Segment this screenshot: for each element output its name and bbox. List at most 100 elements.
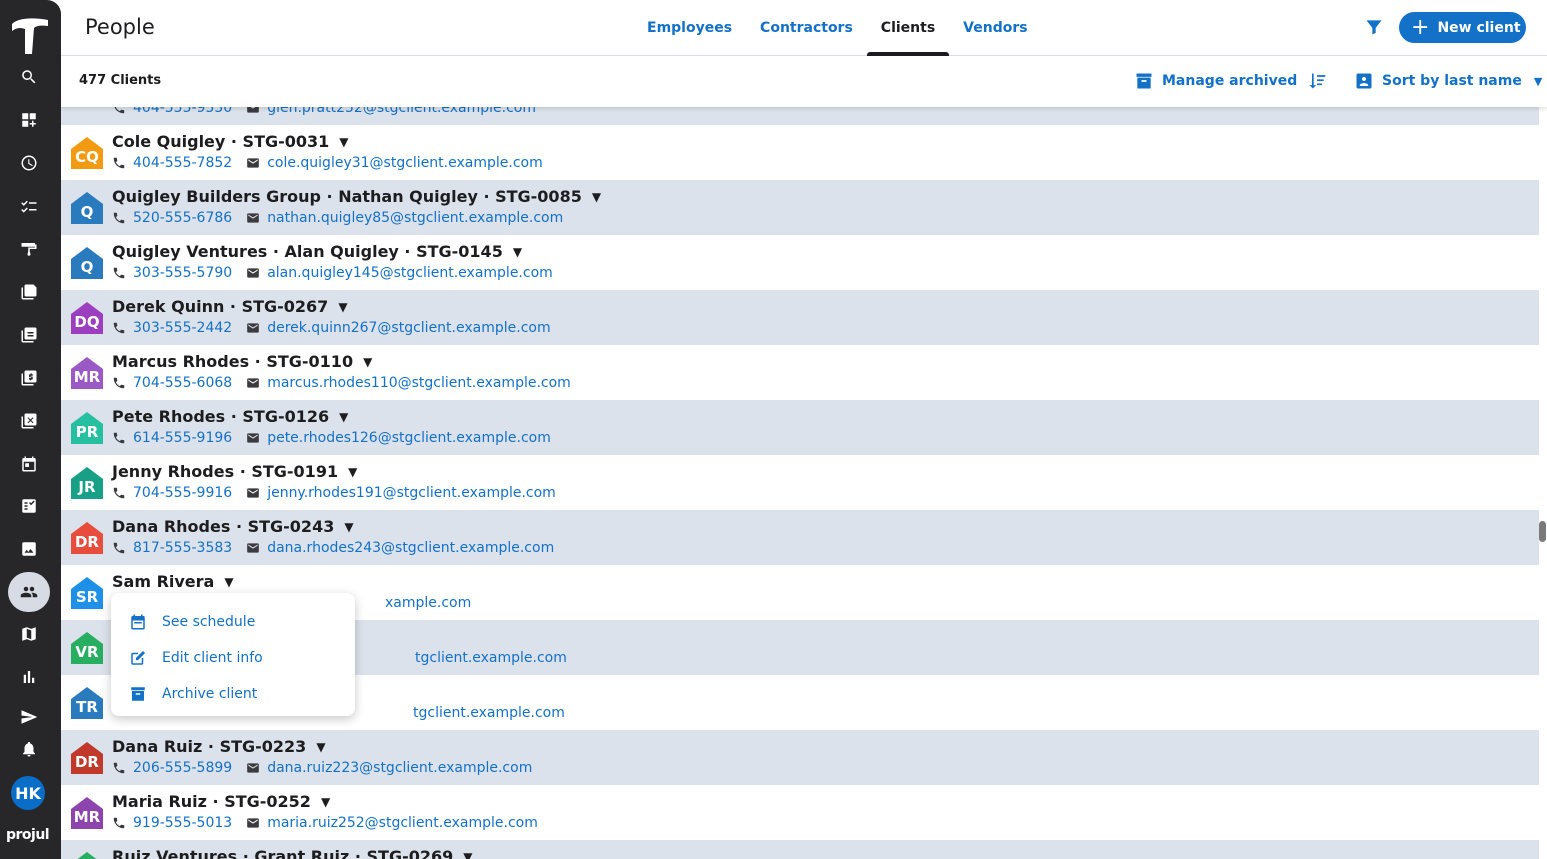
client-contact: 520-555-6786 nathan.quigley85@stgclient.e… <box>112 210 563 226</box>
client-email[interactable]: tgclient.example.com <box>415 650 567 666</box>
menu-edit-client[interactable]: Edit client info <box>111 640 355 676</box>
folder-icon[interactable] <box>14 277 44 307</box>
sort-select[interactable]: Sort by last name ▼ <box>1354 71 1542 91</box>
scrollbar-thumb[interactable] <box>1539 521 1546 542</box>
reports-icon[interactable] <box>14 662 44 692</box>
client-row[interactable]: MR Maria Ruiz · STG-0252 ▼ 919-555-5013 mari… <box>61 785 1539 840</box>
sort-direction-icon[interactable] <box>1307 71 1329 93</box>
client-phone[interactable]: 614-555-9196 <box>133 430 232 446</box>
client-initials: VR <box>75 643 99 661</box>
new-client-button[interactable]: + New client <box>1399 12 1526 43</box>
client-phone[interactable]: 303-555-2442 <box>133 320 232 336</box>
client-email[interactable]: pete.rhodes126@stgclient.example.com <box>267 430 551 446</box>
client-name[interactable]: Quigley Ventures · Alan Quigley · STG-01… <box>112 242 522 261</box>
client-email[interactable]: alan.quigley145@stgclient.example.com <box>267 265 553 281</box>
caret-down-icon[interactable]: ▼ <box>363 355 372 369</box>
client-email[interactable]: xample.com <box>385 595 471 611</box>
map-icon[interactable] <box>14 619 44 649</box>
client-email[interactable]: marcus.rhodes110@stgclient.example.com <box>267 375 571 391</box>
client-phone[interactable]: 404-555-7852 <box>133 155 232 171</box>
client-name-text: Quigley Ventures · Alan Quigley · STG-01… <box>112 242 503 261</box>
client-row[interactable]: JR Jenny Rhodes · STG-0191 ▼ 704-555-9916 je… <box>61 455 1539 510</box>
client-name[interactable]: Jenny Rhodes · STG-0191 ▼ <box>112 462 357 481</box>
client-name[interactable]: Dana Ruiz · STG-0223 ▼ <box>112 737 326 756</box>
photos-icon[interactable] <box>14 534 44 564</box>
client-row[interactable]: Q Quigley Builders Group · Nathan Quigley… <box>61 180 1539 235</box>
client-initials: TR <box>76 698 98 716</box>
tab-employees[interactable]: Employees <box>633 0 746 56</box>
dashboard-icon[interactable] <box>14 105 44 135</box>
client-house-avatar: JR <box>69 465 105 501</box>
client-name-text: Marcus Rhodes · STG-0110 <box>112 352 354 371</box>
client-email[interactable]: tgclient.example.com <box>413 705 565 721</box>
email-icon <box>246 156 267 170</box>
menu-archive-client[interactable]: Archive client <box>111 676 355 712</box>
tab-contractors[interactable]: Contractors <box>746 0 867 56</box>
user-avatar[interactable]: HK <box>11 776 45 810</box>
scrollbar-track[interactable] <box>1539 107 1547 859</box>
filter-icon[interactable] <box>1364 17 1386 39</box>
estimate-doc-icon[interactable] <box>14 320 44 350</box>
client-row[interactable]: DR Dana Rhodes · STG-0243 ▼ 817-555-3583 dan… <box>61 510 1539 565</box>
caret-down-icon[interactable]: ▼ <box>348 465 357 479</box>
client-name[interactable]: Cole Quigley · STG-0031 ▼ <box>112 132 349 151</box>
send-icon[interactable] <box>14 702 44 732</box>
client-row[interactable]: DR Dana Ruiz · STG-0223 ▼ 206-555-5899 dana.… <box>61 730 1539 785</box>
caret-down-icon[interactable]: ▼ <box>316 740 325 754</box>
bell-icon[interactable] <box>14 734 44 764</box>
checklist-icon[interactable] <box>14 191 44 221</box>
search-icon[interactable] <box>14 62 44 92</box>
caret-down-icon[interactable]: ▼ <box>463 850 472 859</box>
clock-icon[interactable] <box>14 148 44 178</box>
client-phone[interactable]: 206-555-5899 <box>133 760 232 776</box>
client-name[interactable]: Quigley Builders Group · Nathan Quigley … <box>112 187 601 206</box>
page-title: People <box>85 15 155 39</box>
client-email[interactable]: derek.quinn267@stgclient.example.com <box>267 320 550 336</box>
client-name[interactable]: Dana Rhodes · STG-0243 ▼ <box>112 517 354 536</box>
client-phone[interactable]: 520-555-6786 <box>133 210 232 226</box>
calendar-icon[interactable] <box>14 449 44 479</box>
client-email[interactable]: maria.ruiz252@stgclient.example.com <box>267 815 538 831</box>
manage-archived-button[interactable]: Manage archived <box>1134 71 1297 91</box>
client-row[interactable]: MR Marcus Rhodes · STG-0110 ▼ 704-555-6068 m… <box>61 345 1539 400</box>
paint-roller-icon[interactable] <box>14 234 44 264</box>
client-name[interactable]: Sam Rivera ▼ <box>112 572 234 591</box>
client-name[interactable]: Pete Rhodes · STG-0126 ▼ <box>112 407 348 426</box>
caret-down-icon[interactable]: ▼ <box>344 520 353 534</box>
tasks-icon[interactable] <box>14 491 44 521</box>
caret-down-icon[interactable]: ▼ <box>338 300 347 314</box>
caret-down-icon[interactable]: ▼ <box>339 410 348 424</box>
client-name[interactable]: Ruiz Ventures · Grant Ruiz · STG-0269 ▼ <box>112 847 472 859</box>
client-email[interactable]: nathan.quigley85@stgclient.example.com <box>267 210 563 226</box>
caret-down-icon[interactable]: ▼ <box>321 795 330 809</box>
client-row[interactable]: PR Pete Rhodes · STG-0126 ▼ 614-555-9196 pet… <box>61 400 1539 455</box>
caret-down-icon[interactable]: ▼ <box>339 135 348 149</box>
client-name[interactable]: Derek Quinn · STG-0267 ▼ <box>112 297 348 316</box>
client-email[interactable]: dana.ruiz223@stgclient.example.com <box>267 760 532 776</box>
client-phone[interactable]: 817-555-3583 <box>133 540 232 556</box>
client-name[interactable]: Maria Ruiz · STG-0252 ▼ <box>112 792 330 811</box>
people-icon[interactable] <box>8 572 50 612</box>
client-row[interactable]: CQ Cole Quigley · STG-0031 ▼ 404-555-7852 co… <box>61 125 1539 180</box>
caret-down-icon[interactable]: ▼ <box>224 575 233 589</box>
tab-clients[interactable]: Clients <box>866 0 950 56</box>
invoice-icon[interactable] <box>14 363 44 393</box>
client-row[interactable]: Q Quigley Ventures · Alan Quigley · STG-0… <box>61 235 1539 290</box>
client-phone[interactable]: 704-555-9916 <box>133 485 232 501</box>
client-row[interactable]: Ruiz Ventures · Grant Ruiz · STG-0269 ▼ <box>61 840 1539 859</box>
tab-vendors[interactable]: Vendors <box>949 0 1041 56</box>
client-email[interactable]: cole.quigley31@stgclient.example.com <box>267 155 543 171</box>
caret-down-icon[interactable]: ▼ <box>592 190 601 204</box>
caret-down-icon[interactable]: ▼ <box>513 245 522 259</box>
menu-see-schedule[interactable]: See schedule <box>111 604 355 640</box>
client-phone[interactable]: 919-555-5013 <box>133 815 232 831</box>
client-phone[interactable]: 704-555-6068 <box>133 375 232 391</box>
client-phone[interactable]: 303-555-5790 <box>133 265 232 281</box>
client-name[interactable]: Marcus Rhodes · STG-0110 ▼ <box>112 352 372 371</box>
hammer-logo-icon[interactable] <box>8 14 52 58</box>
change-order-icon[interactable] <box>14 406 44 436</box>
client-contact: 704-555-9916 jenny.rhodes191@stgclient.ex… <box>112 485 556 501</box>
client-row[interactable]: DQ Derek Quinn · STG-0267 ▼ 303-555-2442 der… <box>61 290 1539 345</box>
client-email[interactable]: dana.rhodes243@stgclient.example.com <box>267 540 554 556</box>
client-email[interactable]: jenny.rhodes191@stgclient.example.com <box>267 485 556 501</box>
